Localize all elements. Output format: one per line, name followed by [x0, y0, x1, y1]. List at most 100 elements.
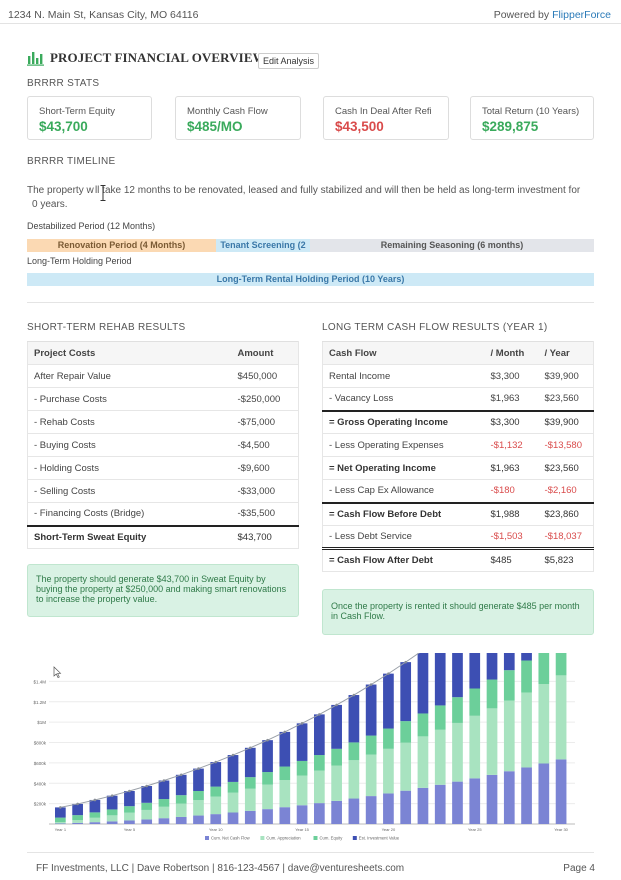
bar-segment [72, 803, 83, 816]
bar-segment [521, 767, 532, 824]
row-month: $1,963 [484, 456, 539, 480]
row-month: $485 [484, 547, 539, 572]
table-row: - Less Cap Ex Allowance -$180 -$2,160 [322, 479, 594, 503]
bar-segment [227, 781, 239, 793]
trend-point [369, 683, 373, 686]
bar-segment [365, 754, 377, 797]
row-year: $23,860 [538, 501, 594, 526]
bar-segment [244, 777, 256, 789]
row-label: Rental Income [322, 364, 485, 388]
bar-segment [227, 792, 239, 813]
trend-point [128, 789, 131, 793]
trend-point [404, 660, 407, 664]
legend-label: Est. Investment Value [359, 836, 400, 841]
table-row: - Vacancy Loss $1,963 $23,560 [322, 387, 594, 411]
bar-segment [158, 780, 170, 800]
bar-segment [383, 793, 394, 824]
bar-segment [486, 653, 498, 680]
row-month: -$1,503 [484, 525, 539, 549]
row-label: - Purchase Costs [27, 387, 232, 411]
rehab-note: The property should generate $43,700 in … [27, 564, 299, 617]
row-year: $39,900 [538, 364, 594, 388]
bar-segment [452, 697, 463, 723]
header-divider [0, 23, 621, 24]
bar-segment [538, 653, 550, 685]
table-row: = Gross Operating Income $3,300 $39,900 [322, 409, 594, 434]
section-divider [27, 302, 594, 303]
bar-segment [193, 800, 204, 816]
bar-segment [210, 796, 222, 815]
bar-segment [434, 653, 446, 706]
bar-segment [400, 662, 412, 722]
row-year: $39,900 [538, 409, 594, 434]
bar-segment [106, 821, 118, 824]
row-value: -$33,000 [231, 479, 299, 503]
stats-title: BRRRR STATS [27, 78, 100, 89]
bar-segment [452, 722, 463, 782]
bar-segment [348, 695, 360, 743]
row-year: -$13,580 [538, 433, 594, 457]
bar-segment [89, 799, 101, 813]
row-label: = Cash Flow After Debt [322, 547, 485, 572]
bar-segment [314, 803, 325, 824]
edit-analysis-button[interactable]: Edit Analysis [258, 53, 320, 69]
y-tick-label: $400k [34, 781, 47, 786]
bar-segment [521, 660, 532, 693]
row-label: - Selling Costs [27, 479, 232, 503]
timeline-text-3: 0 years. [32, 199, 68, 210]
bar-segment [538, 763, 550, 824]
bar-segment [55, 822, 66, 824]
bar-segment [296, 805, 308, 824]
row-label: = Net Operating Income [322, 456, 485, 480]
bar-segment [244, 747, 256, 778]
bar-segment [227, 755, 239, 782]
trend-point [248, 746, 252, 750]
bar-segment [348, 742, 360, 761]
legend-swatch [313, 836, 318, 840]
trend-point [352, 693, 356, 697]
bar-segment [141, 786, 153, 803]
trend-point [231, 753, 235, 757]
renovation-period-bar: Renovation Period (4 Months) [27, 239, 216, 252]
y-tick-label: $200k [34, 802, 47, 807]
bar-segment [314, 755, 325, 771]
table-row: - Purchase Costs -$250,000 [27, 387, 299, 411]
cashflow-title: LONG TERM CASH FLOW RESULTS (YEAR 1) [322, 322, 548, 333]
bar-segment [365, 735, 377, 755]
bar-segment [503, 653, 515, 671]
legend-label: Cum. Equity [320, 836, 344, 841]
legend-swatch [352, 836, 357, 840]
bar-segment [538, 684, 550, 764]
bar-segment [262, 772, 273, 785]
row-value: -$4,500 [231, 433, 299, 457]
stat-total-return: Total Return (10 Years) $289,875 [470, 96, 594, 140]
table-row: = Cash Flow After Debt $485 $5,823 [322, 547, 594, 572]
bar-segment [383, 748, 394, 794]
bar-segment [417, 653, 429, 714]
text-cursor-icon [100, 185, 106, 201]
bar-segment [417, 736, 429, 788]
timeline-title: BRRRR TIMELINE [27, 156, 116, 167]
bar-segment [141, 819, 153, 824]
table-row: - Less Operating Expenses -$1,132 -$13,580 [322, 433, 594, 457]
bar-segment [193, 815, 204, 824]
bar-segment [365, 684, 377, 736]
trend-point [197, 767, 200, 770]
row-value: -$75,000 [231, 410, 299, 434]
row-month: $1,963 [484, 387, 539, 411]
brand-link[interactable]: FlipperForce [552, 9, 611, 21]
trend-point [59, 806, 62, 809]
x-tick-label: Year 1 [55, 827, 67, 832]
stat-label: Cash In Deal After Refi [335, 106, 432, 117]
cf-header-year: / Year [538, 341, 594, 365]
bar-segment [314, 714, 325, 756]
bar-segment [383, 728, 394, 749]
bar-segment [210, 814, 222, 824]
rehab-table: Project Costs Amount After Repair Value $… [27, 341, 299, 549]
property-address: 1234 N. Main St, Kansas City, MO 64116 [8, 9, 199, 21]
bar-segment [262, 740, 273, 773]
bar-segment [210, 786, 222, 797]
bar-segment [279, 731, 291, 767]
x-tick-label: Year 20 [382, 827, 396, 832]
trend-point [283, 730, 287, 734]
